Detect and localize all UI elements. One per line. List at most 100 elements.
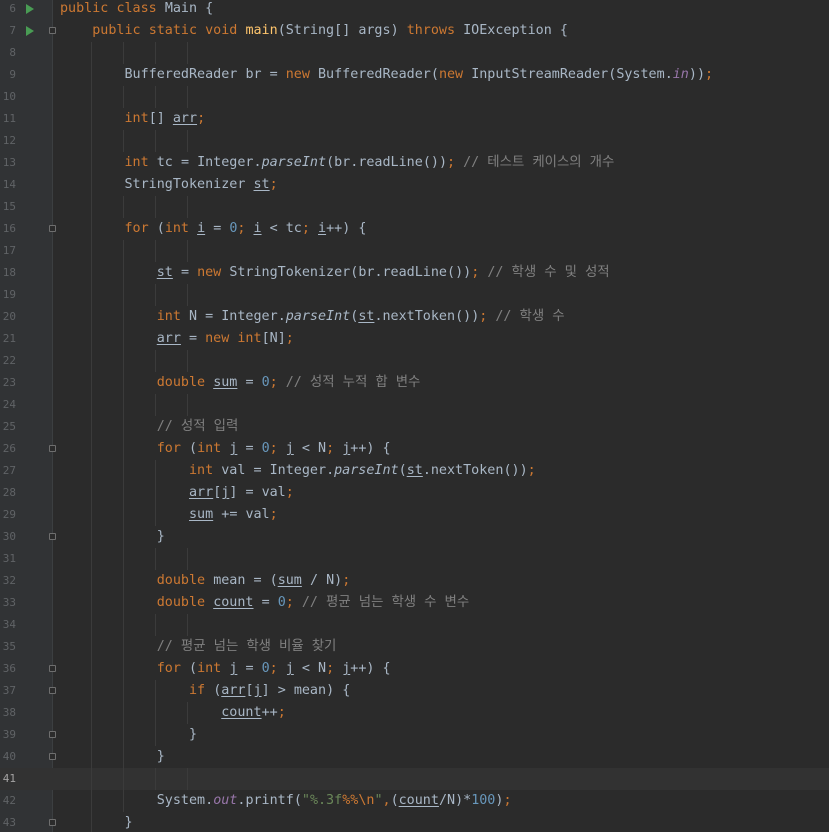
code-text: int[] arr; (124, 111, 206, 126)
run-arrow-icon[interactable] (26, 26, 34, 36)
indent-guide (187, 548, 188, 570)
code-line[interactable]: 9 BufferedReader br = new BufferedReader… (0, 64, 829, 86)
code-line[interactable]: 27 int val = Integer.parseInt(st.nextTok… (0, 460, 829, 482)
line-number: 35 (2, 640, 16, 653)
code-line[interactable]: 42 System.out.printf("%.3f%%\n",(count/N… (0, 790, 829, 812)
indent-guide (155, 768, 156, 790)
code-text: st = new StringTokenizer(br.readLine());… (156, 265, 610, 280)
line-number: 36 (2, 662, 16, 675)
line-number: 19 (2, 288, 16, 301)
fold-marker-icon[interactable] (49, 753, 56, 760)
code-text: arr[j] = val; (189, 485, 294, 500)
code-line[interactable]: 40 } (0, 746, 829, 768)
code-line[interactable]: 43 } (0, 812, 829, 832)
line-number: 29 (2, 508, 16, 521)
indent-guide (123, 196, 124, 218)
code-text: if (arr[j] > mean) { (189, 683, 351, 698)
code-line[interactable]: 32 double mean = (sum / N); (0, 570, 829, 592)
code-line[interactable]: 39 } (0, 724, 829, 746)
code-line[interactable]: 38 count++; (0, 702, 829, 724)
code-text: public class Main { (60, 1, 214, 16)
code-line[interactable]: 10 (0, 86, 829, 108)
line-number: 37 (2, 684, 16, 697)
code-line[interactable]: 8 (0, 42, 829, 64)
line-number: 9 (9, 68, 16, 81)
code-text: } (124, 815, 133, 830)
line-number: 31 (2, 552, 16, 565)
code-line[interactable]: 7 public static void main(String[] args)… (0, 20, 829, 42)
code-line[interactable]: 30 } (0, 526, 829, 548)
run-arrow-icon[interactable] (26, 4, 34, 14)
code-line[interactable]: 41 (0, 768, 829, 790)
code-line[interactable]: 36 for (int j = 0; j < N; j++) { (0, 658, 829, 680)
code-line[interactable]: 29 sum += val; (0, 504, 829, 526)
code-line[interactable]: 19 (0, 284, 829, 306)
code-line[interactable]: 12 (0, 130, 829, 152)
line-number: 33 (2, 596, 16, 609)
code-text: for (int i = 0; i < tc; i++) { (124, 221, 367, 236)
line-number: 23 (2, 376, 16, 389)
code-line[interactable]: 13 int tc = Integer.parseInt(br.readLine… (0, 152, 829, 174)
code-line[interactable]: 37 if (arr[j] > mean) { (0, 680, 829, 702)
indent-guide (187, 768, 188, 790)
indent-guide (187, 614, 188, 636)
code-line[interactable]: 17 (0, 240, 829, 262)
line-number: 12 (2, 134, 16, 147)
indent-guide (187, 42, 188, 64)
code-text: System.out.printf("%.3f%%\n",(count/N)*1… (156, 793, 512, 808)
indent-guide (91, 42, 92, 832)
code-text: } (189, 727, 198, 742)
code-line[interactable]: 35 // 평균 넘는 학생 비율 찾기 (0, 636, 829, 658)
line-number: 30 (2, 530, 16, 543)
code-line[interactable]: 6 public class Main { (0, 0, 829, 20)
code-line[interactable]: 20 int N = Integer.parseInt(st.nextToken… (0, 306, 829, 328)
indent-guide (155, 394, 156, 416)
code-line[interactable]: 15 (0, 196, 829, 218)
code-text: sum += val; (189, 507, 278, 522)
code-line[interactable]: 24 (0, 394, 829, 416)
code-text: double mean = (sum / N); (156, 573, 351, 588)
fold-marker-icon[interactable] (49, 687, 56, 694)
code-line[interactable]: 16 for (int i = 0; i < tc; i++) { (0, 218, 829, 240)
fold-marker-icon[interactable] (49, 533, 56, 540)
code-line[interactable]: 21 arr = new int[N]; (0, 328, 829, 350)
code-line[interactable]: 33 double count = 0; // 평균 넘는 학생 수 변수 (0, 592, 829, 614)
code-line[interactable]: 22 (0, 350, 829, 372)
code-line[interactable]: 26 for (int j = 0; j < N; j++) { (0, 438, 829, 460)
fold-marker-icon[interactable] (49, 225, 56, 232)
fold-marker-icon[interactable] (49, 731, 56, 738)
code-text: arr = new int[N]; (156, 331, 294, 346)
code-line[interactable]: 23 double sum = 0; // 성적 누적 합 변수 (0, 372, 829, 394)
indent-guide (123, 42, 124, 64)
code-line[interactable]: 25 // 성적 입력 (0, 416, 829, 438)
code-text: double count = 0; // 평균 넘는 학생 수 변수 (156, 595, 470, 610)
code-line[interactable]: 14 StringTokenizer st; (0, 174, 829, 196)
code-text: } (156, 749, 165, 764)
line-number: 21 (2, 332, 16, 345)
indent-guide (123, 240, 124, 812)
line-number: 25 (2, 420, 16, 433)
code-text: count++; (221, 705, 286, 720)
fold-marker-icon[interactable] (49, 27, 56, 34)
indent-guide (187, 702, 188, 724)
code-text: public static void main(String[] args) t… (92, 23, 568, 38)
code-text: } (156, 529, 165, 544)
indent-guide (155, 130, 156, 152)
fold-marker-icon[interactable] (49, 445, 56, 452)
line-number: 26 (2, 442, 16, 455)
code-line[interactable]: 31 (0, 548, 829, 570)
fold-marker-icon[interactable] (49, 665, 56, 672)
code-line[interactable]: 18 st = new StringTokenizer(br.readLine(… (0, 262, 829, 284)
indent-guide (155, 680, 156, 746)
code-editor[interactable]: 6 public class Main { 7 public static void… (0, 0, 829, 832)
line-number: 18 (2, 266, 16, 279)
indent-guide (187, 350, 188, 372)
code-line[interactable]: 28 arr[j] = val; (0, 482, 829, 504)
code-line[interactable]: 34 (0, 614, 829, 636)
code-line[interactable]: 11 int[] arr; (0, 108, 829, 130)
code-text: // 평균 넘는 학생 비율 찾기 (156, 639, 337, 654)
line-number: 6 (9, 2, 16, 15)
line-number: 38 (2, 706, 16, 719)
fold-marker-icon[interactable] (49, 819, 56, 826)
indent-guide (155, 350, 156, 372)
